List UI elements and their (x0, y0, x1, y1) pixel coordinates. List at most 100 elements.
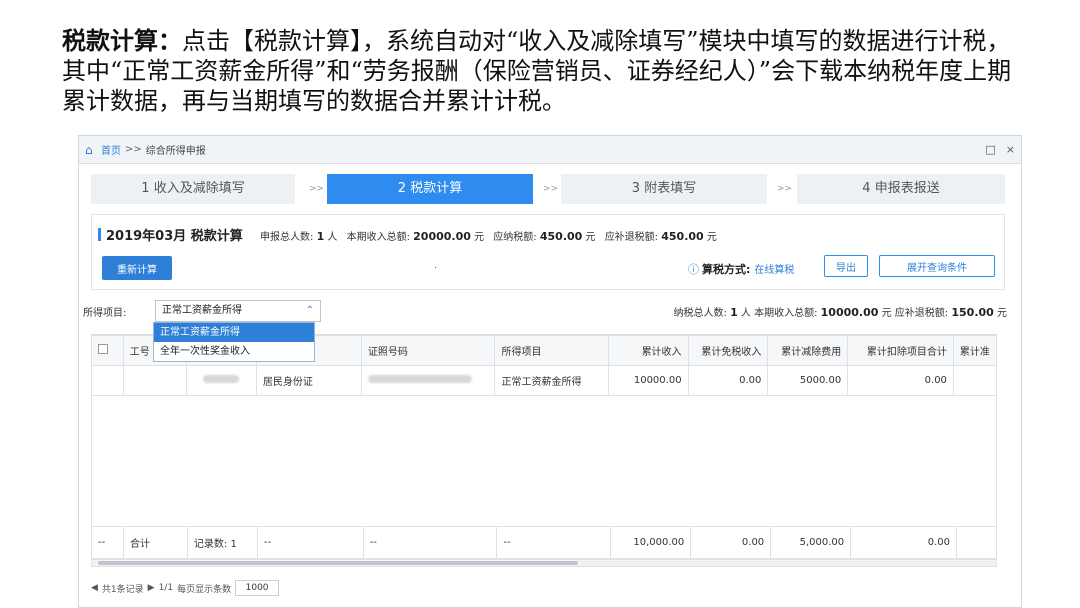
row-cell (122, 365, 188, 396)
step-separator: >> (777, 184, 793, 194)
chevron-up-icon: ⌃ (305, 305, 314, 316)
count-label: 申报总人数: (260, 232, 314, 243)
income-item-selected: 正常工资薪金所得 (162, 305, 242, 316)
pager: ◀ 共1条记录 ▶ 1/1 每页显示条数 1000 (91, 580, 280, 596)
summary-line: 2019年03月 税款计算 申报总人数: 1 人 本期收入总额: 20000.0… (106, 225, 717, 244)
period-title: 2019年03月 税款计算 (106, 229, 243, 244)
row-cell (952, 365, 998, 396)
cum-income-cell: 10000.00 (608, 365, 689, 396)
income-value: 20000.00 (413, 230, 471, 243)
stats-count: 1 (730, 306, 738, 319)
close-icon[interactable]: × (1006, 143, 1015, 156)
cum-deduct-cell: 5000.00 (767, 365, 849, 396)
expand-query-button[interactable]: 展开查询条件 (879, 255, 995, 277)
step-income-deduction[interactable]: 1 收入及减除填写 (91, 174, 295, 204)
total-items: 0.00 (850, 526, 957, 559)
step-separator: >> (543, 184, 559, 194)
total-deduct: 5,000.00 (770, 526, 852, 559)
per-page-input[interactable]: 1000 (235, 580, 280, 596)
col-header[interactable]: 累计准 (952, 335, 998, 366)
col-header[interactable]: 证照号码 (360, 335, 496, 366)
total-cell: -- (91, 526, 124, 559)
count-value: 1 (316, 230, 325, 243)
refund-value: 450.00 (661, 230, 704, 243)
app-window: ⌂ 首页 >> 综合所得申报 □ × 1 收入及减除填写 >> 2 税款计算 >… (78, 135, 1022, 608)
filter-stats: 纳税总人数: 1 人 本期收入总额: 10000.00 元 应补退税额: 150… (674, 304, 1008, 319)
select-all-cell (91, 335, 124, 366)
income-item-select[interactable]: 正常工资薪金所得 ⌃ (155, 300, 321, 322)
breadcrumb-current: 综合所得申报 (145, 146, 206, 157)
row-cell (186, 365, 257, 396)
breadcrumb-home[interactable]: 首页 (101, 142, 121, 157)
step-tax-calculation[interactable]: 2 税款计算 (327, 174, 533, 204)
income-unit: 元 (474, 232, 485, 243)
redacted-id-number (367, 375, 472, 383)
step-submit[interactable]: 4 申报表报送 (797, 174, 1005, 204)
step-bar: 1 收入及减除填写 >> 2 税款计算 >> 3 附表填写 >> 4 申报表报送 (91, 174, 1005, 204)
tax-mode: ⓘ 算税方式: 在线算税 (688, 261, 794, 277)
horizontal-scrollbar[interactable] (91, 559, 997, 567)
stray-dot: . (434, 260, 438, 271)
filter-row: 所得项目: 正常工资薪金所得 ⌃ 纳税总人数: 1 人 本期收入总额: 1000… (83, 300, 1007, 322)
accent-bar (98, 228, 101, 241)
breadcrumb-separator: >> (125, 144, 142, 155)
prev-page-icon[interactable]: ◀ (91, 583, 98, 593)
dropdown-option[interactable]: 正常工资薪金所得 (154, 323, 314, 342)
total-cell (955, 526, 998, 559)
recalculate-button[interactable]: 重新计算 (102, 256, 172, 280)
restore-icon[interactable]: □ (985, 143, 995, 156)
instruction-caption: 税款计算：点击【税款计算】，系统自动对“收入及减除填写”模块中填写的数据进行计税… (62, 26, 1022, 116)
tax-label: 应纳税额: (493, 232, 537, 243)
total-cell: -- (256, 526, 364, 559)
scrollbar-thumb[interactable] (98, 561, 578, 565)
col-header[interactable]: 累计扣除项目合计 (847, 335, 954, 366)
row-cell (91, 365, 124, 396)
total-exempt: 0.00 (690, 526, 772, 559)
record-count: 记录数: 1 (186, 526, 258, 559)
col-header[interactable]: 所得项目 (494, 335, 609, 366)
redacted-name (203, 375, 240, 383)
total-income: 10,000.00 (610, 526, 692, 559)
stats-refund: 150.00 (951, 306, 994, 319)
caption-lead: 税款计算： (62, 26, 182, 55)
home-icon[interactable]: ⌂ (85, 144, 97, 156)
income-item-cell: 正常工资薪金所得 (494, 365, 609, 396)
col-header[interactable]: 累计免税收入 (687, 335, 769, 366)
data-grid: 工号 证照号码 所得项目 累计收入 累计免税收入 累计减除费用 累计扣除项目合计… (91, 334, 998, 580)
stats-income-label: 本期收入总额: (754, 308, 818, 319)
row-cell (360, 365, 496, 396)
table-row[interactable]: 居民身份证 正常工资薪金所得 10000.00 0.00 5000.00 0.0… (91, 365, 998, 396)
tax-unit: 元 (585, 232, 596, 243)
total-table: -- 合计 记录数: 1 -- -- -- 10,000.00 0.00 5,0… (91, 526, 998, 559)
id-type-cell: 居民身份证 (255, 365, 362, 396)
page-indicator: 1/1 (158, 583, 174, 593)
count-unit: 人 (327, 232, 338, 243)
export-button[interactable]: 导出 (824, 255, 868, 277)
income-item-dropdown: 正常工资薪金所得 全年一次性奖金收入 (153, 322, 315, 362)
total-cell: -- (496, 526, 612, 559)
step-separator: >> (309, 184, 325, 194)
total-label: 合计 (122, 526, 188, 559)
income-label: 本期收入总额: (346, 232, 410, 243)
record-total: 共1条记录 (101, 584, 144, 595)
refund-unit: 元 (706, 232, 717, 243)
col-header[interactable]: 累计减除费用 (767, 335, 849, 366)
stats-income-unit: 元 (881, 308, 892, 319)
cum-items-cell: 0.00 (847, 365, 954, 396)
col-header[interactable]: 累计收入 (608, 335, 689, 366)
step-attachments[interactable]: 3 附表填写 (561, 174, 767, 204)
select-all-checkbox[interactable] (98, 344, 108, 354)
income-item-label: 所得项目: (83, 308, 127, 319)
info-icon: ⓘ (688, 263, 699, 276)
dropdown-option[interactable]: 全年一次性奖金收入 (154, 342, 314, 361)
next-page-icon[interactable]: ▶ (148, 583, 155, 593)
tax-mode-label: 算税方式: (702, 263, 751, 276)
refund-label: 应补退税额: (604, 232, 659, 243)
summary-panel: 2019年03月 税款计算 申报总人数: 1 人 本期收入总额: 20000.0… (91, 214, 1005, 290)
total-row: -- 合计 记录数: 1 -- -- -- 10,000.00 0.00 5,0… (91, 526, 998, 559)
tax-value: 450.00 (539, 230, 583, 243)
total-cell: -- (362, 526, 498, 559)
tax-mode-value[interactable]: 在线算税 (754, 265, 794, 276)
stats-refund-label: 应补退税额: (894, 308, 949, 319)
stats-income: 10000.00 (820, 306, 879, 319)
